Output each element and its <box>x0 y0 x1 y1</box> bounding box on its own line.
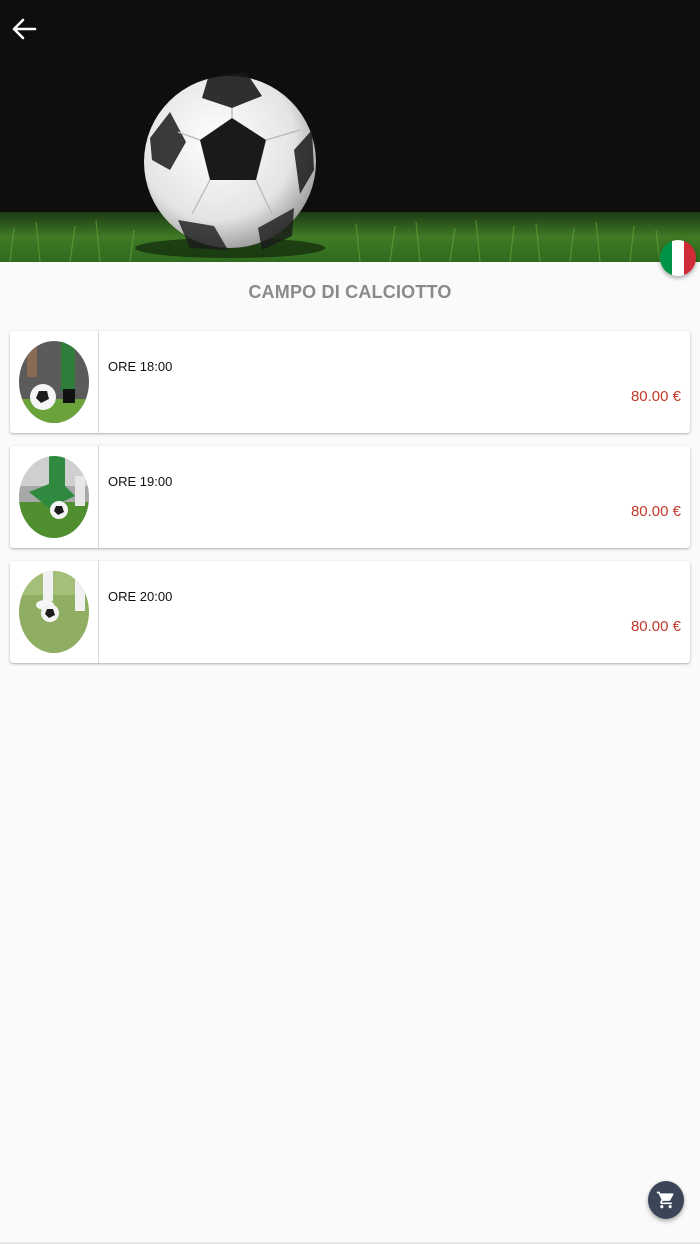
player-kicking-ball-image <box>19 341 89 423</box>
slot-card-1800[interactable]: ORE 18:00 80.00 € <box>10 331 690 433</box>
slot-thumb-container <box>10 331 99 433</box>
arrow-left-icon <box>12 18 37 40</box>
slot-card-body: ORE 20:00 80.00 € <box>99 561 690 663</box>
slot-price: 80.00 € <box>630 618 681 635</box>
slot-list: ORE 18:00 80.00 € ORE 19:00 80.00 € ORE … <box>10 331 690 676</box>
slot-time: ORE 20:00 <box>108 589 173 604</box>
hero-banner <box>0 0 700 262</box>
cart-button[interactable] <box>648 1181 684 1219</box>
page-title: CAMPO DI CALCIOTTO <box>248 282 452 302</box>
shopping-cart-icon <box>656 1191 674 1209</box>
slot-card-2000[interactable]: ORE 20:00 80.00 € <box>10 561 690 663</box>
slot-card-body: ORE 18:00 80.00 € <box>99 331 690 433</box>
slot-time: ORE 19:00 <box>108 474 173 489</box>
soccer-ball-banner-image <box>0 0 700 262</box>
slot-thumbnail <box>19 341 89 423</box>
slot-thumbnail <box>19 456 89 538</box>
slot-price: 80.00 € <box>630 388 681 405</box>
language-flag-button[interactable] <box>660 240 696 276</box>
slot-thumb-container <box>10 446 99 548</box>
slot-card-1900[interactable]: ORE 19:00 80.00 € <box>10 446 690 548</box>
slot-thumb-container <box>10 561 99 663</box>
flag-stripe-white <box>672 240 684 276</box>
slot-time: ORE 18:00 <box>108 359 173 374</box>
slot-price: 80.00 € <box>630 503 681 520</box>
slot-thumbnail <box>19 571 89 653</box>
players-tackling-ball-image <box>19 456 89 538</box>
slot-card-body: ORE 19:00 80.00 € <box>99 446 690 548</box>
back-button[interactable] <box>6 12 42 46</box>
player-foot-on-ball-image <box>19 571 89 653</box>
